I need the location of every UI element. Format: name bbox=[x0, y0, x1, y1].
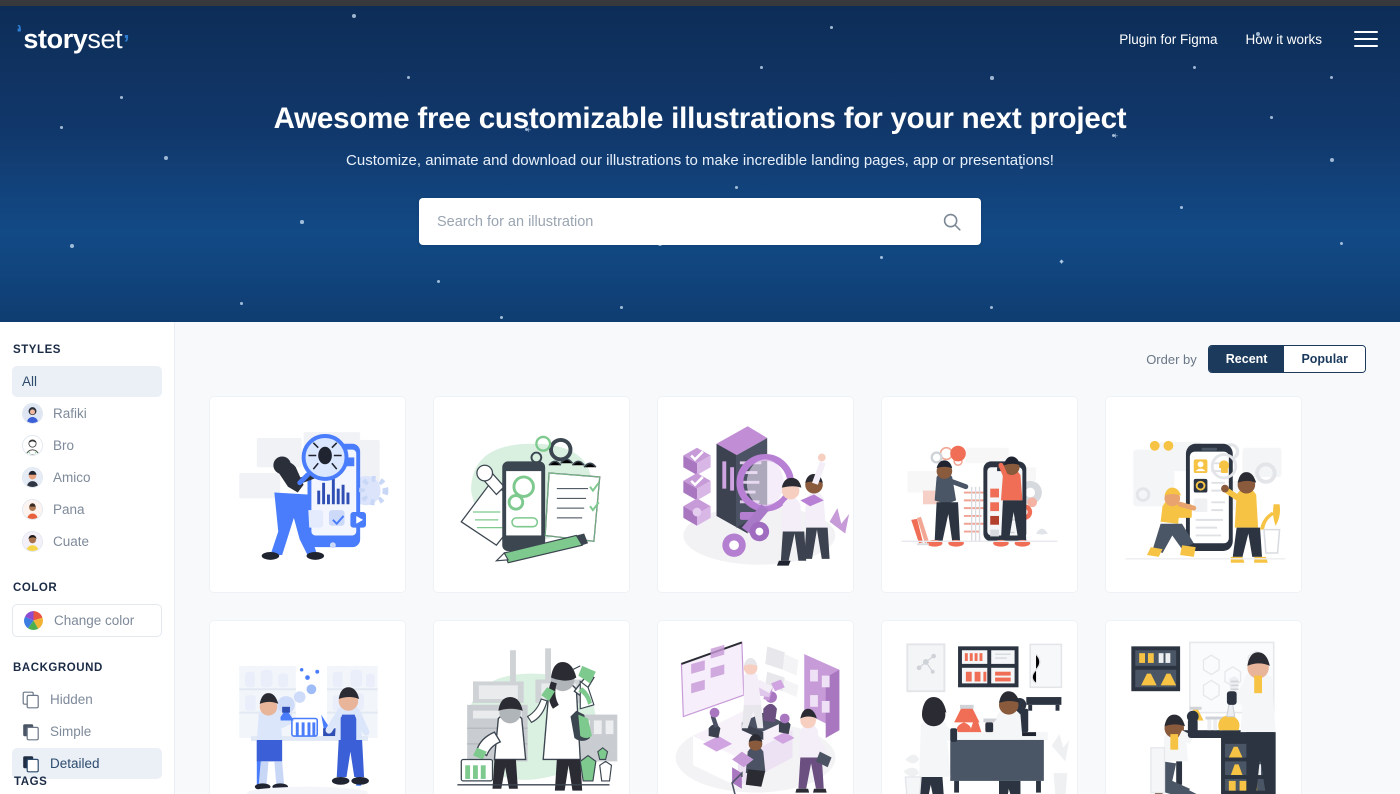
nav-how-it-works[interactable]: How it works bbox=[1245, 32, 1322, 47]
background-hidden-icon bbox=[22, 691, 40, 709]
order-by-label: Order by bbox=[1146, 351, 1197, 367]
illustration-card[interactable] bbox=[1105, 620, 1302, 794]
order-by-popular-button[interactable]: Popular bbox=[1284, 346, 1365, 372]
sidebar-background-hidden[interactable]: Hidden bbox=[12, 684, 162, 715]
illustration-grid bbox=[209, 396, 1366, 794]
hero-title: Awesome free customizable illustrations … bbox=[273, 102, 1127, 135]
order-by-toggle: Recent Popular bbox=[1207, 345, 1366, 373]
hero-subtitle: Customize, animate and download our illu… bbox=[346, 152, 1054, 169]
sidebar-style-rafiki[interactable]: Rafiki bbox=[12, 398, 162, 429]
background-detailed-icon bbox=[22, 755, 40, 773]
illustration-card[interactable] bbox=[657, 620, 854, 794]
illustration-card[interactable] bbox=[881, 620, 1078, 794]
sidebar-style-label: Pana bbox=[53, 502, 85, 517]
search-input[interactable] bbox=[437, 213, 941, 230]
sidebar-background-label: Simple bbox=[50, 724, 92, 739]
top-navigation: ‘story set’ Plugin for Figma How it works bbox=[0, 6, 1400, 72]
sidebar-style-label: Amico bbox=[53, 470, 91, 485]
illustration-card[interactable] bbox=[881, 396, 1078, 593]
sidebar-style-cuate[interactable]: Cuate bbox=[12, 526, 162, 557]
change-color-label: Change color bbox=[54, 613, 135, 628]
search-icon[interactable] bbox=[941, 211, 963, 233]
illustration-card[interactable] bbox=[209, 396, 406, 593]
logo-text-light: set bbox=[87, 23, 123, 54]
sidebar-style-label: All bbox=[22, 374, 38, 389]
illustration-card[interactable] bbox=[433, 620, 630, 794]
logo-text-bold: story bbox=[23, 23, 88, 54]
sidebar-background-detailed[interactable]: Detailed bbox=[12, 748, 162, 779]
filters-sidebar: STYLES All Rafiki Bro Amico Pana Cuate C… bbox=[0, 322, 175, 794]
order-by-recent-button[interactable]: Recent bbox=[1208, 346, 1285, 372]
background-simple-icon bbox=[22, 723, 40, 741]
illustration-card[interactable] bbox=[433, 396, 630, 593]
color-section-title: COLOR bbox=[13, 582, 58, 594]
sidebar-style-pana[interactable]: Pana bbox=[12, 494, 162, 525]
change-color-button[interactable]: Change color bbox=[12, 604, 162, 637]
sidebar-style-all[interactable]: All bbox=[12, 366, 162, 397]
style-avatar-rafiki-icon bbox=[22, 403, 43, 424]
sidebar-style-label: Bro bbox=[53, 438, 75, 453]
style-avatar-bro-icon bbox=[22, 435, 43, 456]
sidebar-background-label: Detailed bbox=[50, 756, 100, 771]
logo-quote-close-icon: ’ bbox=[123, 29, 130, 56]
gallery-area: Order by Recent Popular bbox=[175, 322, 1400, 794]
page-body: STYLES All Rafiki Bro Amico Pana Cuate C… bbox=[0, 322, 1400, 794]
color-wheel-icon bbox=[24, 611, 43, 630]
styles-section-title: STYLES bbox=[13, 344, 62, 356]
hamburger-menu-icon[interactable] bbox=[1354, 31, 1378, 47]
style-avatar-cuate-icon bbox=[22, 531, 43, 552]
style-avatar-pana-icon bbox=[22, 499, 43, 520]
sidebar-style-amico[interactable]: Amico bbox=[12, 462, 162, 493]
illustration-card[interactable] bbox=[657, 396, 854, 593]
sidebar-background-label: Hidden bbox=[50, 692, 93, 707]
nav-plugin-for-figma[interactable]: Plugin for Figma bbox=[1119, 32, 1217, 47]
tags-section-title: TAGS bbox=[14, 776, 48, 788]
hero-section: ++++ ‘storyset’ Plugin for Figma How it … bbox=[0, 6, 1400, 322]
hero-content: Awesome free customizable illustrations … bbox=[0, 102, 1400, 245]
search-bar[interactable] bbox=[419, 198, 981, 245]
sidebar-style-label: Cuate bbox=[53, 534, 90, 549]
gallery-toolbar: Order by Recent Popular bbox=[209, 344, 1366, 374]
navigation-links: Plugin for Figma How it works bbox=[1119, 31, 1378, 47]
background-section-title: BACKGROUND bbox=[13, 662, 103, 674]
logo-quote-open-icon: ‘ bbox=[16, 19, 23, 46]
storyset-logo[interactable]: ‘story set’ bbox=[16, 19, 130, 56]
sidebar-style-label: Rafiki bbox=[53, 406, 87, 421]
sidebar-background-simple[interactable]: Simple bbox=[12, 716, 162, 747]
style-avatar-amico-icon bbox=[22, 467, 43, 488]
illustration-card[interactable] bbox=[1105, 396, 1302, 593]
sidebar-style-bro[interactable]: Bro bbox=[12, 430, 162, 461]
illustration-card[interactable] bbox=[209, 620, 406, 794]
